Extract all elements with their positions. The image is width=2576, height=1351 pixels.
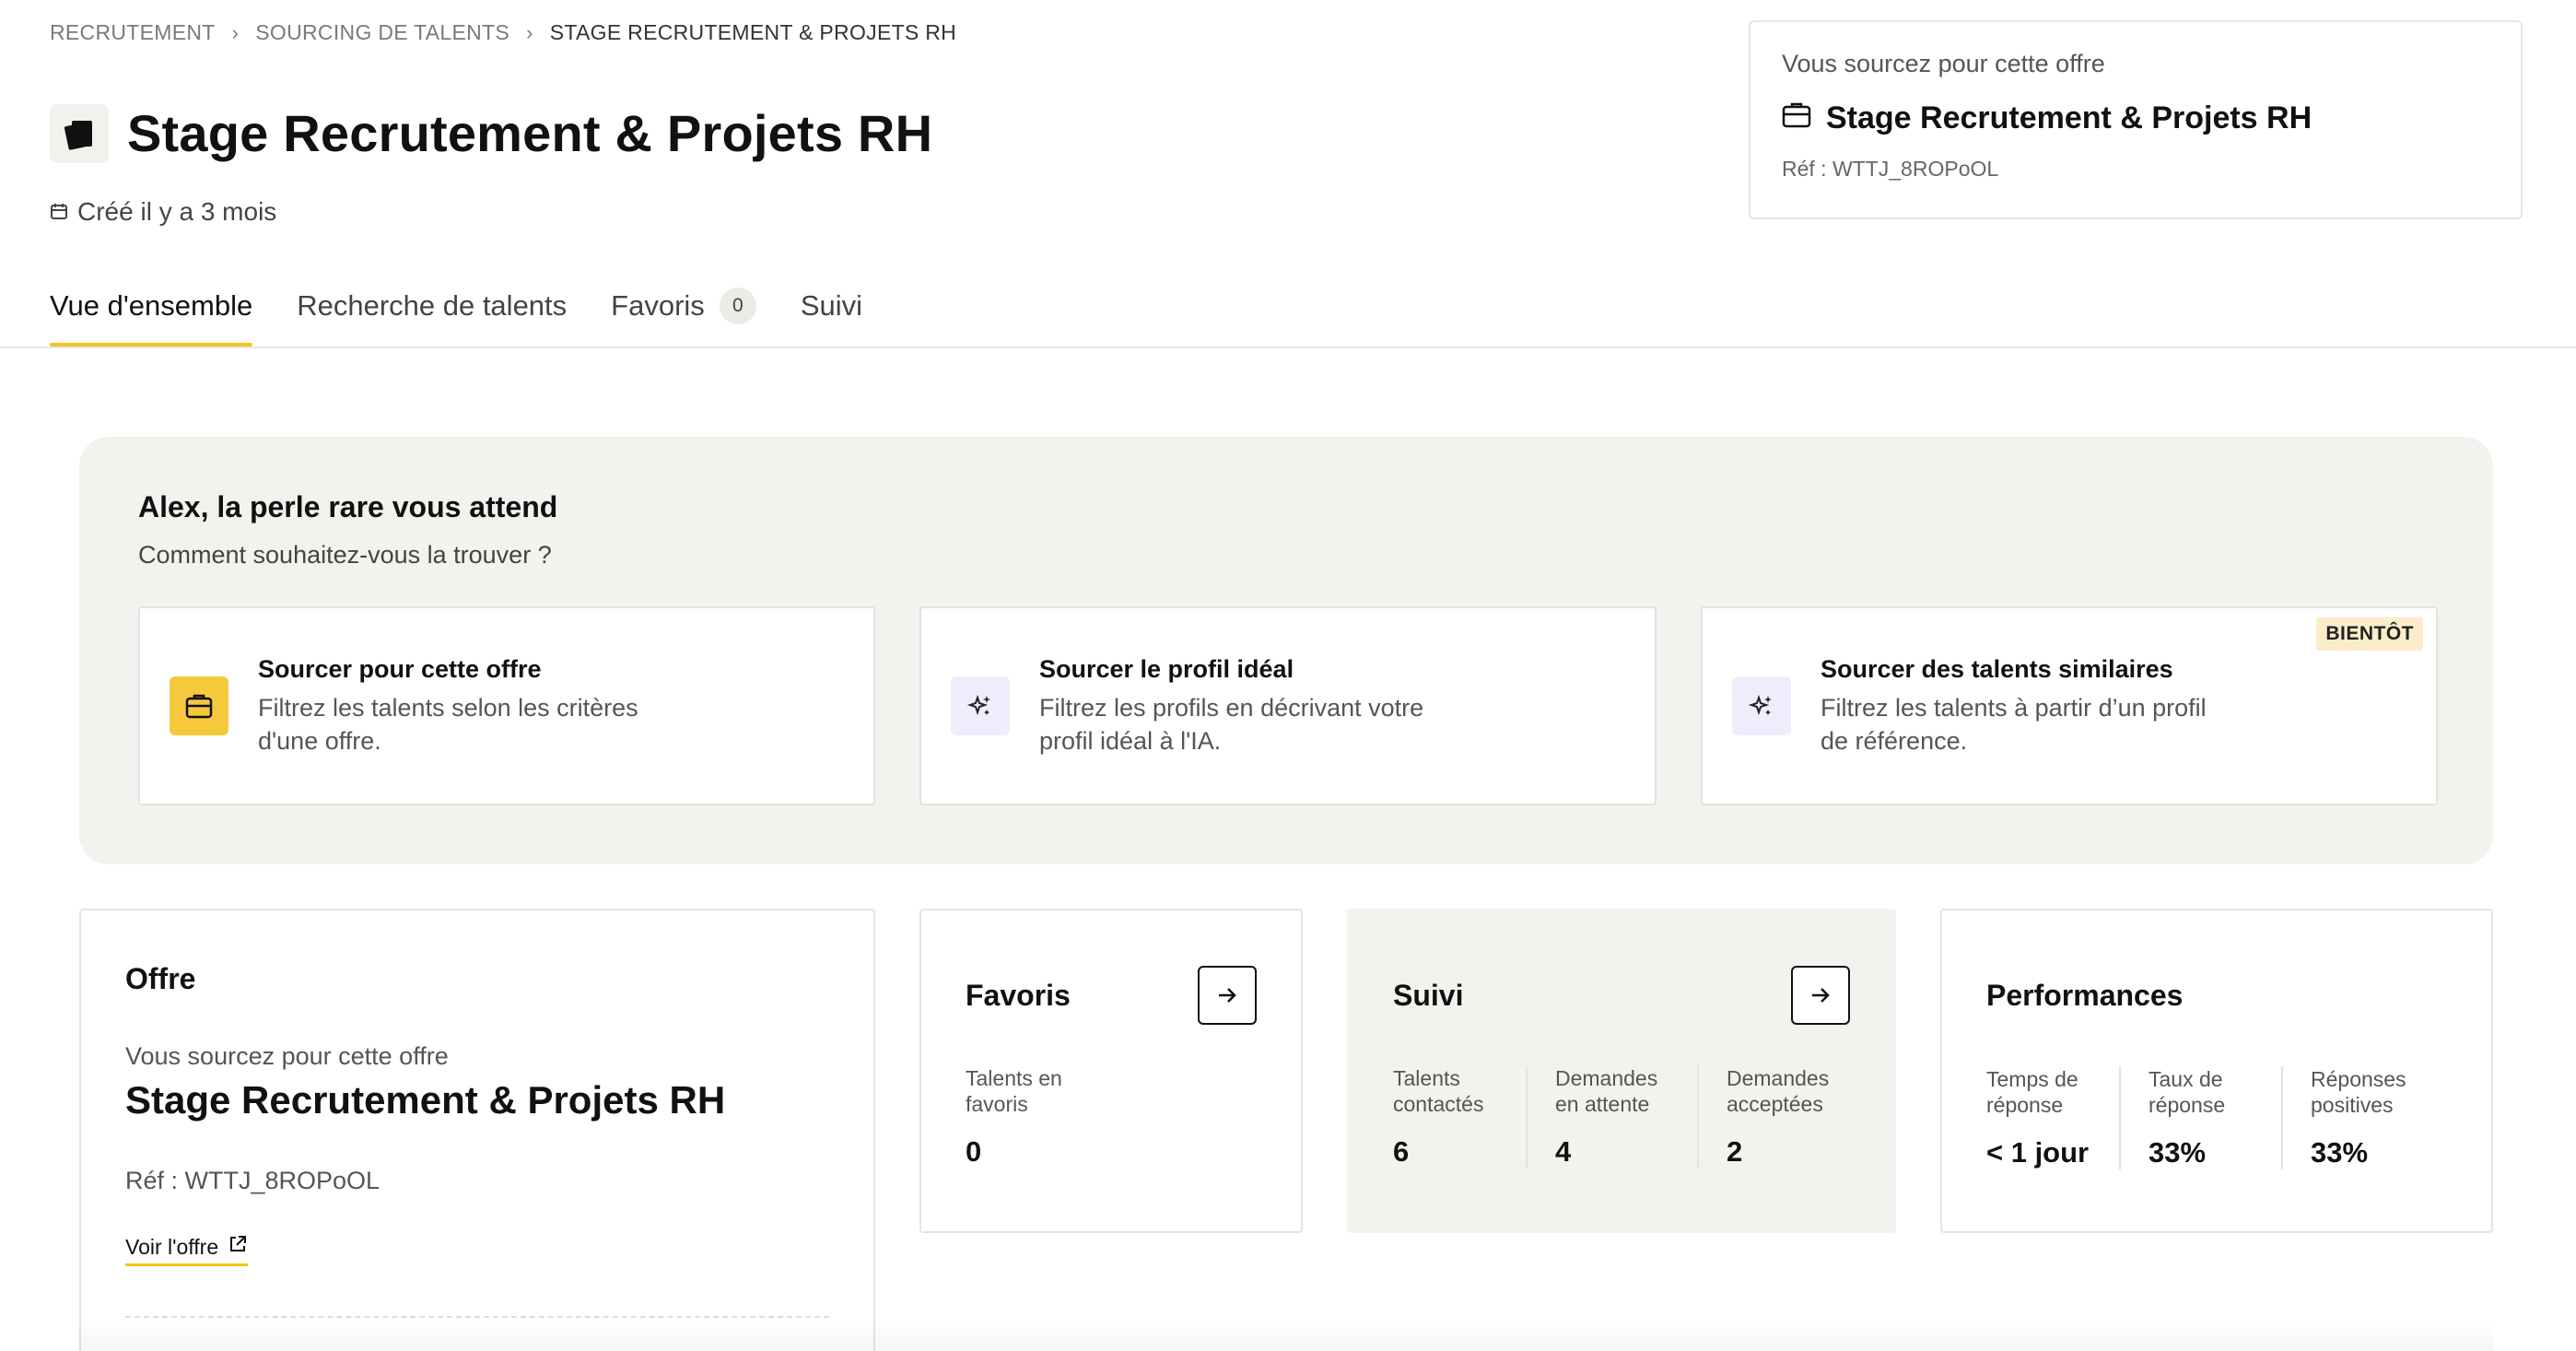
current-offer-label: Vous sourcez pour cette offre	[1782, 50, 2105, 77]
favoris-card-title: Favoris	[966, 978, 1071, 1012]
sourcing-options: Sourcer pour cette offre Filtrez les tal…	[138, 606, 2438, 805]
title-row: Stage Recrutement & Projets RH	[50, 103, 932, 163]
metric-value: 2	[1727, 1135, 1743, 1168]
tab-talent-search-label: Recherche de talents	[297, 289, 568, 322]
metric-value: 0	[966, 1135, 982, 1168]
briefcase-icon	[1782, 100, 1811, 136]
metric-value: 33%	[2311, 1136, 2369, 1169]
tab-favoris[interactable]: Favoris 0	[611, 288, 756, 347]
favoris-count-badge: 0	[719, 288, 756, 324]
metric-value: < 1 jour	[1986, 1136, 2090, 1169]
tab-suivi-label: Suivi	[800, 289, 863, 322]
offer-card: Offre Vous sourcez pour cette offre Stag…	[79, 909, 875, 1351]
tab-favoris-label: Favoris	[611, 289, 705, 322]
source-for-offer-title: Sourcer pour cette offre	[258, 654, 542, 683]
page: RECRUTEMENT › SOURCING DE TALENTS › STAG…	[0, 0, 2576, 1351]
offer-card-job: Stage Recrutement & Projets RH	[125, 1078, 726, 1122]
hero-title: Alex, la perle rare vous attend	[138, 490, 558, 523]
metric-label: Talents contactés	[1393, 1066, 1484, 1116]
source-for-offer-card[interactable]: Sourcer pour cette offre Filtrez les tal…	[138, 606, 875, 805]
metric-label: Demandes en attente	[1555, 1066, 1658, 1116]
breadcrumb-item-sourcing[interactable]: SOURCING DE TALENTS	[255, 20, 509, 45]
breadcrumb-item-recrutement[interactable]: RECRUTEMENT	[50, 20, 216, 45]
view-offer-label: Voir l'offre	[125, 1234, 219, 1259]
sparkles-icon	[1732, 676, 1791, 735]
metric-label: Taux de réponse	[2149, 1067, 2226, 1117]
bottom-shadow	[79, 1318, 2493, 1351]
offer-card-label: Vous sourcez pour cette offre	[125, 1042, 449, 1070]
metric-value: 33%	[2149, 1136, 2207, 1169]
tab-talent-search[interactable]: Recherche de talents	[297, 288, 567, 347]
source-similar-talents-title: Sourcer des talents similaires	[1821, 654, 2173, 683]
source-ideal-profile-desc: Filtrez les profils en décrivant votre p…	[1039, 693, 1424, 755]
metric-label: Temps de réponse	[1986, 1067, 2078, 1117]
tabs: Vue d'ensemble Recherche de talents Favo…	[50, 288, 862, 347]
metric-accepted: Demandes acceptées 2	[1697, 1065, 1868, 1169]
favoris-card: Favoris Talents en favoris 0	[919, 909, 1303, 1233]
suivi-card: Suivi Talents contactés 6 Demandes en at…	[1347, 909, 1896, 1233]
external-link-icon	[228, 1234, 248, 1260]
source-ideal-profile-card[interactable]: Sourcer le profil idéal Filtrez les prof…	[919, 606, 1657, 805]
created-date: Créé il y a 3 mois	[50, 197, 276, 227]
source-similar-talents-desc: Filtrez les talents à partir d’un profil…	[1821, 693, 2207, 755]
current-offer-ref: Réf : WTTJ_8ROPoOL	[1782, 157, 1999, 181]
metric-contacted: Talents contactés 6	[1393, 1065, 1526, 1169]
suivi-open-button[interactable]	[1791, 966, 1850, 1025]
current-offer-title: Stage Recrutement & Projets RH	[1826, 100, 2313, 135]
suivi-card-title: Suivi	[1393, 978, 1464, 1012]
metric-positive-replies: Réponses positives 33%	[2281, 1066, 2443, 1169]
metric-label: Talents en favoris	[966, 1066, 1062, 1116]
offer-card-ref: Réf : WTTJ_8ROPoOL	[125, 1167, 381, 1194]
tabs-divider	[0, 347, 2576, 348]
performances-card: Performances Temps de réponse < 1 jour T…	[1940, 909, 2493, 1233]
view-offer-link[interactable]: Voir l'offre	[125, 1234, 249, 1266]
created-text: Créé il y a 3 mois	[77, 197, 277, 226]
tab-suivi[interactable]: Suivi	[801, 288, 862, 347]
metric-pending: Demandes en attente 4	[1526, 1065, 1697, 1169]
breadcrumb: RECRUTEMENT › SOURCING DE TALENTS › STAG…	[50, 20, 956, 45]
chevron-right-icon: ›	[231, 20, 240, 44]
current-offer-job: Stage Recrutement & Projets RH	[1782, 100, 2489, 136]
metric-response-rate: Taux de réponse 33%	[2119, 1066, 2281, 1169]
tab-overview[interactable]: Vue d'ensemble	[50, 288, 253, 347]
source-similar-talents-card[interactable]: BIENTÔT Sourcer des talents similaires F…	[1701, 606, 2438, 805]
sparkles-icon	[951, 676, 1010, 735]
performances-card-title: Performances	[1986, 979, 2184, 1012]
current-offer-card: Vous sourcez pour cette offre Stage Recr…	[1749, 20, 2523, 219]
arrow-right-icon	[1812, 988, 1830, 1003]
metric-response-time: Temps de réponse < 1 jour	[1986, 1066, 2119, 1169]
metric-value: 6	[1393, 1135, 1410, 1168]
coming-soon-badge: BIENTÔT	[2316, 617, 2423, 651]
offer-card-title: Offre	[125, 962, 196, 995]
job-icon	[50, 103, 109, 163]
page-title: Stage Recrutement & Projets RH	[127, 104, 933, 162]
metric-favoris-count: Talents en favoris 0	[966, 1065, 1117, 1169]
hero-subtitle: Comment souhaitez-vous la trouver ?	[138, 541, 552, 569]
tab-overview-label: Vue d'ensemble	[50, 289, 253, 322]
source-for-offer-desc: Filtrez les talents selon les critères d…	[258, 693, 638, 755]
metric-label: Réponses positives	[2311, 1067, 2406, 1117]
source-ideal-profile-title: Sourcer le profil idéal	[1039, 654, 1294, 683]
favoris-open-button[interactable]	[1198, 966, 1257, 1025]
arrow-right-icon	[1219, 988, 1236, 1003]
breadcrumb-item-current: STAGE RECRUTEMENT & PROJETS RH	[549, 20, 957, 44]
calendar-icon	[50, 197, 68, 227]
metric-value: 4	[1555, 1135, 1572, 1168]
metric-label: Demandes acceptées	[1727, 1066, 1830, 1116]
chevron-right-icon: ›	[526, 20, 533, 44]
sourcing-hero: Alex, la perle rare vous attend Comment …	[79, 437, 2493, 864]
briefcase-icon	[170, 676, 228, 735]
